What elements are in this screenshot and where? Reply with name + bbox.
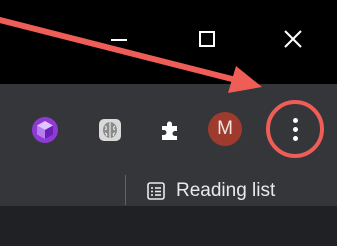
profile-initial: M <box>217 118 233 139</box>
purple-cube-extension-icon <box>32 117 58 143</box>
minimize-button[interactable] <box>96 16 142 62</box>
close-icon <box>284 30 302 48</box>
close-button[interactable] <box>270 16 316 62</box>
reading-list-icon <box>147 182 165 200</box>
maximize-icon <box>199 31 215 47</box>
page-content-area <box>0 206 337 246</box>
reading-list-button[interactable]: Reading list <box>146 176 275 206</box>
purple-cube-extension-button[interactable] <box>25 110 65 150</box>
minimize-icon <box>111 39 127 41</box>
reading-list-label: Reading list <box>176 180 276 201</box>
brain-extension-button[interactable] <box>90 110 130 150</box>
bookmarks-divider <box>125 175 126 205</box>
brain-extension-icon <box>99 119 121 141</box>
extensions-puzzle-button[interactable] <box>150 110 190 150</box>
browser-window: M Reading list <box>0 0 337 246</box>
highlight-circle <box>266 100 324 158</box>
puzzle-extensions-icon <box>162 121 177 140</box>
profile-avatar-button[interactable]: M <box>208 112 242 146</box>
chrome-menu-button[interactable] <box>266 100 324 158</box>
maximize-button[interactable] <box>184 16 230 62</box>
